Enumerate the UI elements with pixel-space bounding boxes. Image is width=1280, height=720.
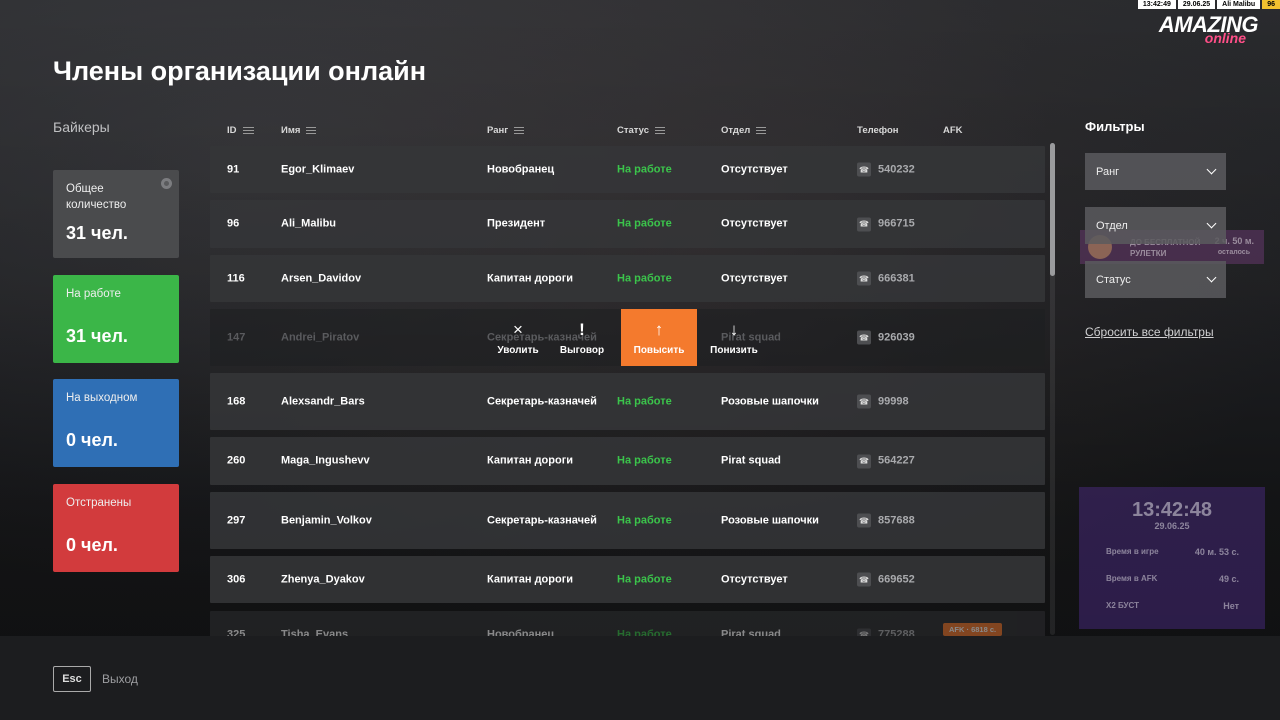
hud-player: Ali Malibu <box>1217 0 1261 9</box>
header-dept[interactable]: Отдел <box>721 125 767 136</box>
header-name[interactable]: Имя <box>281 125 317 136</box>
info-icon[interactable] <box>161 178 172 189</box>
stat-card-day-off[interactable]: На выходном 0 чел. <box>53 379 179 467</box>
arrow-up-icon: ↑ <box>654 319 664 339</box>
filters-title: Фильтры <box>1085 119 1145 134</box>
header-id[interactable]: ID <box>227 125 254 136</box>
header-phone: Телефон <box>857 125 899 136</box>
exit-label[interactable]: Выход <box>102 672 138 686</box>
table-row[interactable]: 260 Maga_Ingushevv Капитан дороги На раб… <box>210 437 1045 485</box>
table-row[interactable]: 116 Arsen_Davidov Капитан дороги На рабо… <box>210 255 1045 302</box>
table-header: ID Имя Ранг Статус Отдел Телефон AFK <box>210 125 1045 139</box>
scrollbar-thumb[interactable] <box>1050 143 1055 276</box>
arrow-down-icon: ↓ <box>729 319 739 339</box>
fire-button[interactable]: × Уволить <box>484 309 552 366</box>
header-status[interactable]: Статус <box>617 125 666 136</box>
esc-key-button[interactable]: Esc <box>53 666 91 692</box>
hud-level: 96 <box>1262 0 1280 9</box>
phone-icon: ☎ <box>857 330 871 345</box>
top-hud: 13:42:49 29.06.25 Ali Malibu 96 <box>1136 0 1280 9</box>
phone-icon: ☎ <box>857 162 871 177</box>
header-afk: AFK <box>943 125 963 136</box>
stat-suspended-value: 0 чел. <box>66 535 118 555</box>
table-row[interactable]: 96 Ali_Malibu Президент На работе Отсутс… <box>210 200 1045 248</box>
table-row[interactable]: 306 Zhenya_Dyakov Капитан дороги На рабо… <box>210 556 1045 603</box>
stat-card-suspended[interactable]: Отстранены 0 чел. <box>53 484 179 572</box>
stat-card-on-duty[interactable]: На работе 31 чел. <box>53 275 179 363</box>
table-row[interactable]: 91 Egor_Klimaev Новобранец На работе Отс… <box>210 146 1045 193</box>
organization-name: Байкеры <box>53 119 110 135</box>
dept-filter-select[interactable]: Отдел <box>1085 207 1226 244</box>
chevron-down-icon <box>1206 218 1217 229</box>
table-scrollbar[interactable] <box>1050 143 1055 635</box>
chevron-down-icon <box>1206 164 1217 175</box>
status-filter-select[interactable]: Статус <box>1085 261 1226 298</box>
page-title: Члены организации онлайн <box>53 56 427 86</box>
stat-on-duty-value: 31 чел. <box>66 326 128 346</box>
table-row[interactable]: 297 Benjamin_Volkov Секретарь-казначей Н… <box>210 492 1045 549</box>
phone-icon: ☎ <box>857 271 871 286</box>
hud-time: 13:42:49 <box>1137 0 1176 9</box>
stat-day-off-value: 0 чел. <box>66 430 118 450</box>
close-icon: × <box>513 319 523 339</box>
stat-card-total: Общее количество 31 чел. <box>53 170 179 258</box>
stat-total-value: 31 чел. <box>66 223 128 243</box>
phone-icon: ☎ <box>857 513 871 528</box>
phone-icon: ☎ <box>857 394 871 409</box>
table-row[interactable]: 168 Alexsandr_Bars Секретарь-казначей На… <box>210 373 1045 430</box>
promote-button[interactable]: ↑ Повысить <box>621 309 697 366</box>
session-timer-panel: 13:42:48 29.06.25 Время в игре 40 м. 53 с… <box>1079 487 1265 629</box>
sort-icon[interactable] <box>655 127 666 134</box>
demote-button[interactable]: ↓ Понизить <box>697 309 771 366</box>
phone-icon: ☎ <box>857 572 871 587</box>
reset-filters-link[interactable]: Сбросить все фильтры <box>1085 325 1214 339</box>
amazing-online-logo: AMAZING online <box>1158 12 1259 46</box>
bottom-bar <box>0 636 1280 720</box>
phone-icon: ☎ <box>857 217 871 231</box>
reprimand-button[interactable]: ! Выговор <box>552 309 612 366</box>
sort-icon[interactable] <box>514 127 525 134</box>
chevron-down-icon <box>1206 272 1217 283</box>
afk-badge: AFK · 6818 с. <box>943 623 1003 636</box>
table-row[interactable]: 325 Tisha_Evans Новобранец На работе Pir… <box>210 611 1045 636</box>
rank-filter-select[interactable]: Ранг <box>1085 153 1226 190</box>
phone-icon: ☎ <box>857 454 871 468</box>
hud-date: 29.06.25 <box>1177 0 1216 9</box>
sort-icon[interactable] <box>756 127 767 134</box>
sort-icon[interactable] <box>306 127 317 134</box>
members-table: 91 Egor_Klimaev Новобранец На работе Отс… <box>210 146 1045 636</box>
member-action-menu: × Уволить ! Выговор ↑ Повысить ↓ Понизит… <box>484 309 771 366</box>
header-rank[interactable]: Ранг <box>487 125 525 136</box>
exclamation-icon: ! <box>579 319 585 339</box>
sort-icon[interactable] <box>242 127 254 134</box>
phone-icon: ☎ <box>857 628 871 636</box>
